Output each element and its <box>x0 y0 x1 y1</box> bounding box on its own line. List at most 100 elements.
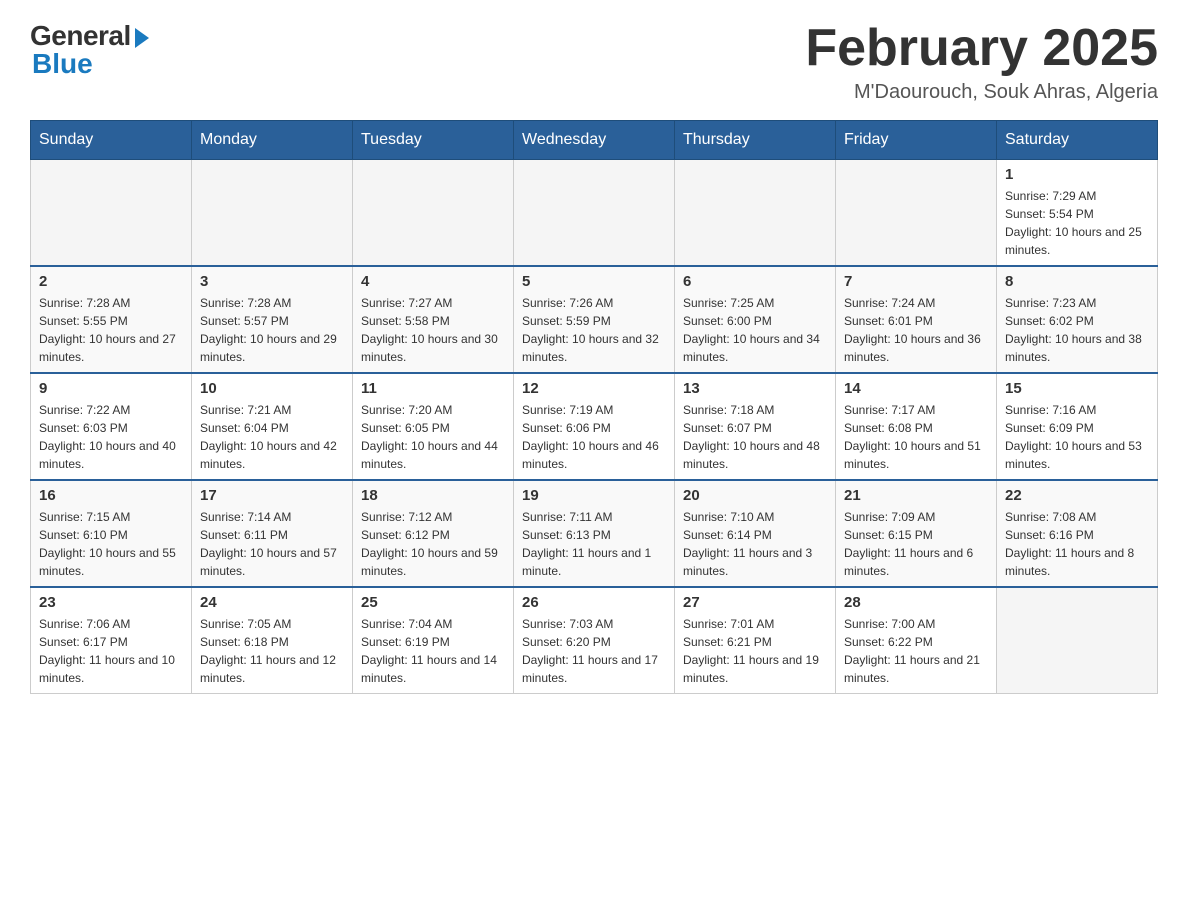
day-number: 8 <box>1005 273 1149 290</box>
day-number: 14 <box>844 380 988 397</box>
day-number: 1 <box>1005 166 1149 183</box>
day-number: 3 <box>200 273 344 290</box>
day-info: Sunrise: 7:24 AMSunset: 6:01 PMDaylight:… <box>844 294 988 366</box>
calendar-day-cell: 1Sunrise: 7:29 AMSunset: 5:54 PMDaylight… <box>997 160 1158 267</box>
calendar-week-row: 23 Sunrise: 7:06 AMSunset: 6:17 PMDayligh… <box>31 587 1158 694</box>
calendar-day-cell: 2 Sunrise: 7:28 AMSunset: 5:55 PMDaylight… <box>31 266 192 373</box>
day-number: 7 <box>844 273 988 290</box>
day-info: Sunrise: 7:21 AMSunset: 6:04 PMDaylight:… <box>200 401 344 473</box>
calendar-day-cell: 9 Sunrise: 7:22 AMSunset: 6:03 PMDaylight… <box>31 373 192 480</box>
day-number: 18 <box>361 487 505 504</box>
day-number: 11 <box>361 380 505 397</box>
logo-arrow-icon <box>135 28 149 48</box>
day-number: 4 <box>361 273 505 290</box>
day-number: 10 <box>200 380 344 397</box>
calendar-day-cell: 3 Sunrise: 7:28 AMSunset: 5:57 PMDaylight… <box>192 266 353 373</box>
day-info: Sunrise: 7:28 AMSunset: 5:55 PMDaylight:… <box>39 294 183 366</box>
calendar-title: February 2025 <box>805 20 1158 77</box>
day-info: Sunrise: 7:22 AMSunset: 6:03 PMDaylight:… <box>39 401 183 473</box>
day-info: Sunrise: 7:01 AMSunset: 6:21 PMDaylight:… <box>683 615 827 687</box>
day-info: Sunrise: 7:10 AMSunset: 6:14 PMDaylight:… <box>683 508 827 580</box>
calendar-day-cell: 7 Sunrise: 7:24 AMSunset: 6:01 PMDaylight… <box>836 266 997 373</box>
calendar-day-cell: 10 Sunrise: 7:21 AMSunset: 6:04 PMDayligh… <box>192 373 353 480</box>
calendar-day-cell <box>353 160 514 267</box>
logo-blue-text: Blue <box>32 48 93 80</box>
calendar-day-cell: 24 Sunrise: 7:05 AMSunset: 6:18 PMDayligh… <box>192 587 353 694</box>
calendar-day-cell: 4 Sunrise: 7:27 AMSunset: 5:58 PMDaylight… <box>353 266 514 373</box>
calendar-day-cell: 20 Sunrise: 7:10 AMSunset: 6:14 PMDayligh… <box>675 480 836 587</box>
calendar-day-cell: 14 Sunrise: 7:17 AMSunset: 6:08 PMDayligh… <box>836 373 997 480</box>
calendar-day-cell: 19 Sunrise: 7:11 AMSunset: 6:13 PMDayligh… <box>514 480 675 587</box>
day-info: Sunrise: 7:09 AMSunset: 6:15 PMDaylight:… <box>844 508 988 580</box>
calendar-day-cell: 27 Sunrise: 7:01 AMSunset: 6:21 PMDayligh… <box>675 587 836 694</box>
calendar-header-row: SundayMondayTuesdayWednesdayThursdayFrid… <box>31 121 1158 160</box>
day-of-week-header: Wednesday <box>514 121 675 160</box>
day-info: Sunrise: 7:26 AMSunset: 5:59 PMDaylight:… <box>522 294 666 366</box>
day-info: Sunrise: 7:11 AMSunset: 6:13 PMDaylight:… <box>522 508 666 580</box>
day-number: 20 <box>683 487 827 504</box>
day-number: 13 <box>683 380 827 397</box>
calendar-day-cell: 22Sunrise: 7:08 AMSunset: 6:16 PMDayligh… <box>997 480 1158 587</box>
calendar-day-cell: 28 Sunrise: 7:00 AMSunset: 6:22 PMDayligh… <box>836 587 997 694</box>
calendar-day-cell: 18 Sunrise: 7:12 AMSunset: 6:12 PMDayligh… <box>353 480 514 587</box>
day-number: 12 <box>522 380 666 397</box>
day-info: Sunrise: 7:06 AMSunset: 6:17 PMDaylight:… <box>39 615 183 687</box>
calendar-day-cell: 12 Sunrise: 7:19 AMSunset: 6:06 PMDayligh… <box>514 373 675 480</box>
calendar-day-cell <box>836 160 997 267</box>
calendar-day-cell: 21Sunrise: 7:09 AMSunset: 6:15 PMDayligh… <box>836 480 997 587</box>
day-number: 25 <box>361 594 505 611</box>
location-subtitle: M'Daourouch, Souk Ahras, Algeria <box>805 81 1158 104</box>
day-number: 15 <box>1005 380 1149 397</box>
day-info: Sunrise: 7:05 AMSunset: 6:18 PMDaylight:… <box>200 615 344 687</box>
day-info: Sunrise: 7:18 AMSunset: 6:07 PMDaylight:… <box>683 401 827 473</box>
calendar-week-row: 2 Sunrise: 7:28 AMSunset: 5:55 PMDaylight… <box>31 266 1158 373</box>
day-info: Sunrise: 7:20 AMSunset: 6:05 PMDaylight:… <box>361 401 505 473</box>
calendar-day-cell: 25 Sunrise: 7:04 AMSunset: 6:19 PMDayligh… <box>353 587 514 694</box>
day-number: 19 <box>522 487 666 504</box>
calendar-day-cell: 16 Sunrise: 7:15 AMSunset: 6:10 PMDayligh… <box>31 480 192 587</box>
calendar-day-cell: 11 Sunrise: 7:20 AMSunset: 6:05 PMDayligh… <box>353 373 514 480</box>
day-info: Sunrise: 7:00 AMSunset: 6:22 PMDaylight:… <box>844 615 988 687</box>
day-of-week-header: Sunday <box>31 121 192 160</box>
calendar-day-cell <box>192 160 353 267</box>
calendar-day-cell: 6 Sunrise: 7:25 AMSunset: 6:00 PMDaylight… <box>675 266 836 373</box>
calendar-day-cell: 13 Sunrise: 7:18 AMSunset: 6:07 PMDayligh… <box>675 373 836 480</box>
day-number: 16 <box>39 487 183 504</box>
calendar-week-row: 16 Sunrise: 7:15 AMSunset: 6:10 PMDayligh… <box>31 480 1158 587</box>
day-number: 27 <box>683 594 827 611</box>
day-number: 6 <box>683 273 827 290</box>
calendar-week-row: 9 Sunrise: 7:22 AMSunset: 6:03 PMDaylight… <box>31 373 1158 480</box>
day-info: Sunrise: 7:25 AMSunset: 6:00 PMDaylight:… <box>683 294 827 366</box>
day-number: 2 <box>39 273 183 290</box>
day-of-week-header: Monday <box>192 121 353 160</box>
day-number: 24 <box>200 594 344 611</box>
calendar-day-cell <box>514 160 675 267</box>
day-info: Sunrise: 7:15 AMSunset: 6:10 PMDaylight:… <box>39 508 183 580</box>
day-of-week-header: Friday <box>836 121 997 160</box>
calendar-day-cell <box>675 160 836 267</box>
day-info: Sunrise: 7:17 AMSunset: 6:08 PMDaylight:… <box>844 401 988 473</box>
calendar-day-cell: 15Sunrise: 7:16 AMSunset: 6:09 PMDayligh… <box>997 373 1158 480</box>
calendar-day-cell: 5Sunrise: 7:26 AMSunset: 5:59 PMDaylight… <box>514 266 675 373</box>
day-info: Sunrise: 7:23 AMSunset: 6:02 PMDaylight:… <box>1005 294 1149 366</box>
title-section: February 2025 M'Daourouch, Souk Ahras, A… <box>805 20 1158 104</box>
day-number: 17 <box>200 487 344 504</box>
day-of-week-header: Saturday <box>997 121 1158 160</box>
calendar-week-row: 1Sunrise: 7:29 AMSunset: 5:54 PMDaylight… <box>31 160 1158 267</box>
day-info: Sunrise: 7:19 AMSunset: 6:06 PMDaylight:… <box>522 401 666 473</box>
day-info: Sunrise: 7:12 AMSunset: 6:12 PMDaylight:… <box>361 508 505 580</box>
day-info: Sunrise: 7:27 AMSunset: 5:58 PMDaylight:… <box>361 294 505 366</box>
day-number: 23 <box>39 594 183 611</box>
day-info: Sunrise: 7:08 AMSunset: 6:16 PMDaylight:… <box>1005 508 1149 580</box>
day-of-week-header: Thursday <box>675 121 836 160</box>
page-header: General Blue February 2025 M'Daourouch, … <box>30 20 1158 104</box>
calendar-day-cell: 26Sunrise: 7:03 AMSunset: 6:20 PMDayligh… <box>514 587 675 694</box>
day-info: Sunrise: 7:14 AMSunset: 6:11 PMDaylight:… <box>200 508 344 580</box>
day-of-week-header: Tuesday <box>353 121 514 160</box>
day-number: 28 <box>844 594 988 611</box>
day-number: 9 <box>39 380 183 397</box>
calendar-day-cell: 8 Sunrise: 7:23 AMSunset: 6:02 PMDaylight… <box>997 266 1158 373</box>
day-info: Sunrise: 7:03 AMSunset: 6:20 PMDaylight:… <box>522 615 666 687</box>
day-info: Sunrise: 7:04 AMSunset: 6:19 PMDaylight:… <box>361 615 505 687</box>
day-info: Sunrise: 7:28 AMSunset: 5:57 PMDaylight:… <box>200 294 344 366</box>
